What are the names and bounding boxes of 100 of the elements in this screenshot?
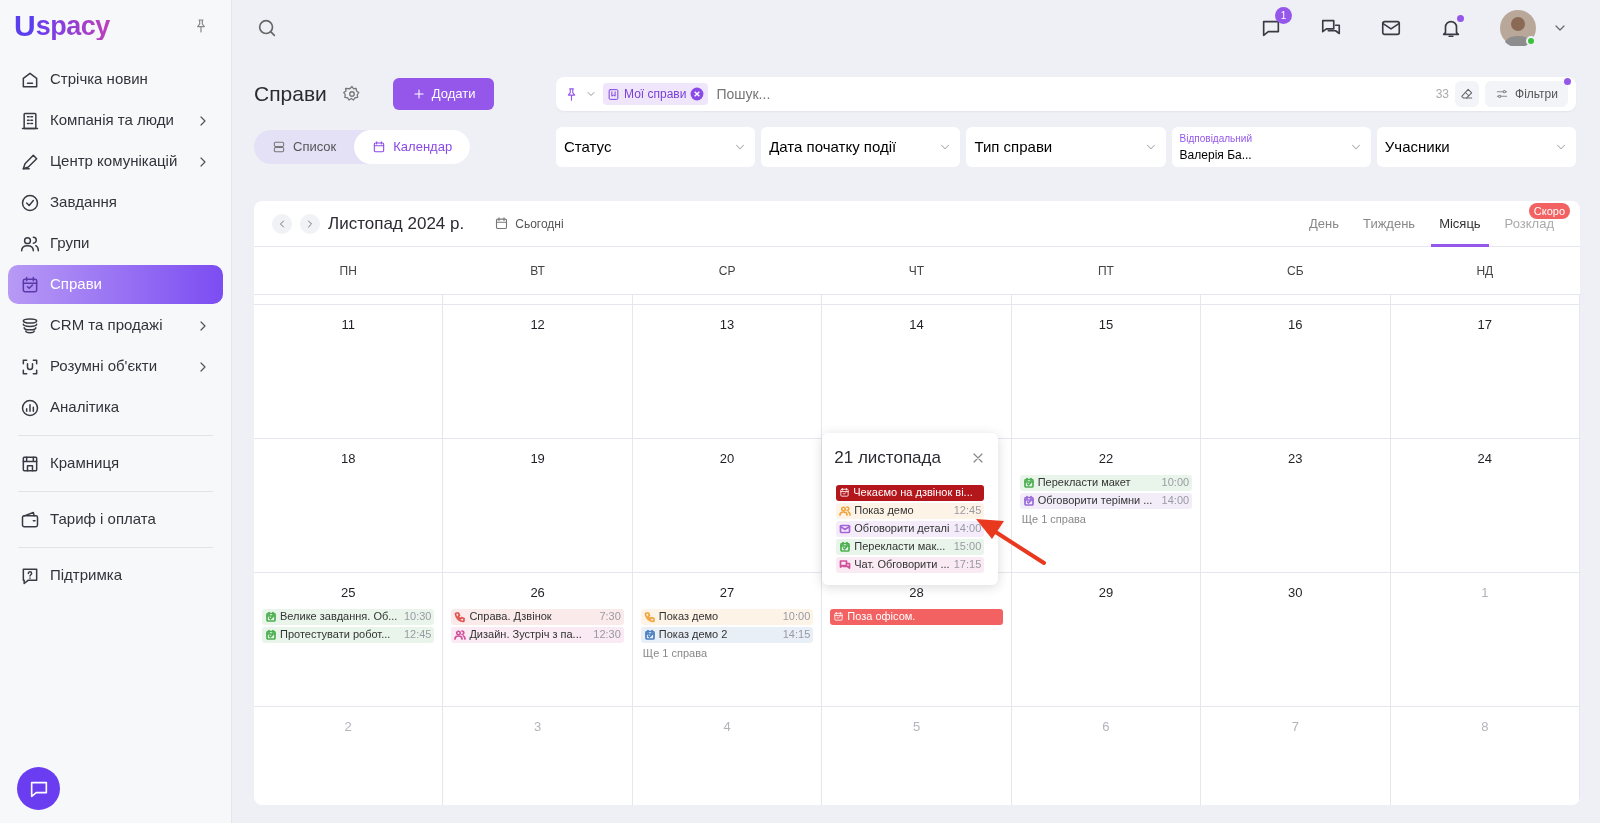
remove-icon[interactable] [690, 87, 705, 101]
filter-dropdown[interactable]: Учасники [1376, 127, 1576, 167]
event-time: 15:00 [953, 539, 982, 555]
event-time: 12:45 [953, 503, 982, 519]
nav-item[interactable]: Стрічка новин [8, 60, 223, 99]
filter-dropdown[interactable]: Тип справи [966, 127, 1166, 167]
clear-button[interactable] [1455, 81, 1479, 107]
weekday-label: ЧТ [908, 262, 925, 280]
chart-icon [20, 397, 40, 418]
calendar-check-icon [20, 274, 40, 295]
more-link[interactable]: Ще 1 справа [1021, 510, 1191, 527]
day-number: 20 [719, 451, 735, 466]
nav-item[interactable]: Центр комунікацій [8, 142, 223, 181]
day-number: 16 [1288, 317, 1303, 332]
event-chip[interactable]: Перекласти макет 10:00 [1019, 474, 1193, 491]
day-number: 12 [530, 317, 545, 332]
event-chip[interactable]: Показ демо 12:45 [836, 502, 985, 519]
event-chip[interactable]: Показ демо 10:00 [640, 608, 814, 625]
event-title: Обговорити терімни ... [1037, 493, 1154, 509]
day-number: 24 [1477, 451, 1492, 466]
day-number: 15 [1098, 317, 1114, 332]
event-chip[interactable]: Протестувати робот... 12:45 [262, 626, 435, 643]
event-title: Справа. Дзвінок [469, 609, 553, 625]
today-button[interactable]: Сьогодні [488, 213, 570, 234]
avatar[interactable] [1500, 9, 1536, 46]
search-field[interactable]: Пошук... [714, 82, 1430, 106]
event-chip[interactable]: Обговорити деталі 14:00 [836, 520, 985, 537]
view-mode-tab[interactable]: Тиждень [1355, 201, 1424, 247]
search-bar[interactable]: Мої справи Пошук... 33 Фільтри [556, 77, 1576, 111]
event-title: Показ демо [854, 503, 915, 519]
result-count: 33 [1435, 86, 1449, 103]
day-number: 26 [530, 585, 545, 600]
day-number: 6 [1102, 719, 1110, 734]
event-time: 14:00 [953, 521, 982, 537]
count-badge: 1 [1275, 6, 1292, 24]
event-chip[interactable]: Велике завдання. Об... 10:30 [262, 608, 435, 625]
day-number: 11 [341, 317, 355, 332]
filters-button[interactable]: Фільтри [1485, 81, 1568, 107]
day-number: 22 [1098, 451, 1114, 466]
day-number: 14 [909, 317, 924, 332]
calendar-check-icon [833, 611, 845, 622]
bookmark-icon [607, 87, 620, 101]
event-chip[interactable]: Показ демо 2 14:15 [640, 626, 814, 643]
nav-item[interactable]: Завдання [8, 183, 223, 222]
nav-item[interactable]: Компанія та люди [8, 101, 223, 140]
view-mode-tab[interactable]: Місяць [1431, 201, 1489, 247]
settings-icon [342, 85, 361, 103]
event-chip[interactable]: Чат. Обговорити ... 17:15 [836, 556, 985, 573]
soon-badge: Скоро [1528, 202, 1570, 219]
chat-widget-button[interactable] [17, 767, 60, 810]
page-title: Справи [254, 81, 327, 108]
filter-dropdown[interactable]: Відповідальний Валерія Ба... [1171, 127, 1371, 167]
weekday-label: ВТ [530, 262, 545, 280]
filter-dropdown[interactable]: Статус [556, 127, 756, 167]
building-icon [20, 110, 40, 131]
view-tab[interactable]: Календар [354, 130, 471, 164]
calendar-icon [372, 140, 387, 154]
event-time: 17:15 [953, 557, 982, 573]
sliders-icon [1495, 87, 1509, 101]
day-number: 8 [1481, 719, 1489, 734]
event-time: 12:45 [403, 627, 432, 643]
list-icon [272, 140, 286, 154]
day-number: 27 [719, 585, 735, 600]
event-title: Показ демо [658, 609, 720, 625]
weekday-label: ПН [339, 262, 357, 280]
weekday-label: ПТ [1097, 262, 1114, 280]
filter-chip[interactable]: Мої справи [603, 83, 709, 105]
nav-item[interactable]: Розумні об'єкти [8, 347, 223, 386]
calendar-check-icon [839, 487, 851, 498]
month-title: Листопад 2024 р. [328, 212, 465, 235]
day-number: 1 [1481, 585, 1489, 600]
add-button[interactable]: Додати [392, 78, 495, 110]
event-title: Перекласти макет [1037, 475, 1132, 491]
weekday-label: СБ [1287, 262, 1304, 280]
day-number: 25 [340, 585, 356, 600]
wallet-icon [20, 509, 40, 530]
nav-item[interactable]: CRM та продажі [8, 306, 223, 345]
view-tab[interactable]: Список [254, 130, 355, 164]
event-chip[interactable]: Обговорити терімни ... 14:00 [1019, 492, 1193, 509]
nav-item[interactable]: Аналітика [8, 388, 223, 427]
event-chip[interactable]: Справа. Дзвінок 7:30 [451, 608, 624, 625]
nav-item[interactable]: Крамниця [8, 444, 223, 483]
event-chip[interactable]: Чекаємо на дзвінок ві... [836, 484, 985, 501]
day-number: 30 [1288, 585, 1303, 600]
event-chip[interactable]: Дизайн. Зустріч з па... 12:30 [451, 626, 624, 643]
event-title: Обговорити деталі [854, 521, 951, 537]
nav-item[interactable]: Тариф і оплата [8, 500, 223, 539]
calendar-icon [494, 216, 510, 231]
event-time: 10:00 [1161, 475, 1190, 491]
event-chip[interactable]: Перекласти мак... 15:00 [836, 538, 985, 555]
event-title: Велике завдання. Об... [280, 609, 399, 625]
database-icon [20, 315, 40, 336]
more-link[interactable]: Ще 1 справа [642, 644, 812, 661]
event-title: Чат. Обговорити ... [854, 557, 951, 573]
filter-dropdown[interactable]: Дата початку події [761, 127, 961, 167]
nav-item[interactable]: Групи [8, 224, 223, 263]
view-mode-tab[interactable]: День [1301, 201, 1347, 247]
nav-item[interactable]: Підтримка [8, 556, 223, 595]
day-number: 23 [1288, 451, 1303, 466]
event-title: Показ демо 2 [658, 627, 729, 643]
